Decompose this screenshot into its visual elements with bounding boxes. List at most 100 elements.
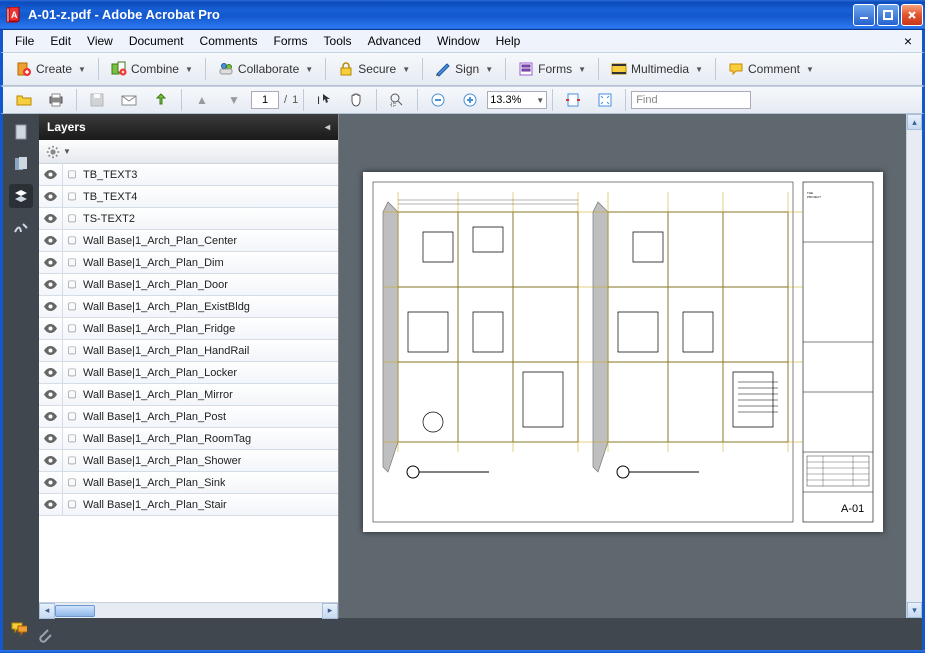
hand-tool-button[interactable] [341,88,371,112]
nav-comments-icon[interactable] [11,621,27,637]
separator [325,58,326,80]
collapse-panel-icon[interactable]: ◂ [325,122,330,133]
eye-icon[interactable] [39,186,63,207]
layer-row[interactable]: ▢Wall Base|1_Arch_Plan_Post [39,406,338,428]
nav-bookmarks-icon[interactable] [9,152,33,176]
forms-button[interactable]: Forms▼ [511,57,593,81]
maximize-button[interactable] [877,4,899,26]
eye-icon[interactable] [39,274,63,295]
separator [625,89,626,111]
scroll-track[interactable] [907,130,922,602]
secure-button[interactable]: Secure▼ [331,57,417,81]
menu-window[interactable]: Window [429,32,488,50]
eye-icon[interactable] [39,472,63,493]
layers-list[interactable]: ▢TB_TEXT3▢TB_TEXT4▢TS-TEXT2▢Wall Base|1_… [39,164,338,602]
menu-view[interactable]: View [79,32,121,50]
layer-row[interactable]: ▢Wall Base|1_Arch_Plan_Door [39,274,338,296]
eye-icon[interactable] [39,384,63,405]
layer-row[interactable]: ▢Wall Base|1_Arch_Plan_ExistBldg [39,296,338,318]
separator [76,89,77,111]
zoom-select[interactable]: 13.3%▼ [487,91,547,109]
print-button[interactable] [41,88,71,112]
menu-advanced[interactable]: Advanced [360,32,429,50]
eye-icon[interactable] [39,230,63,251]
open-button[interactable] [9,88,39,112]
document-viewport[interactable]: THEPROJECT A-01 [339,114,922,618]
layer-swatch-icon: ▢ [63,433,81,444]
close-button[interactable] [901,4,923,26]
layer-swatch-icon: ▢ [63,411,81,422]
layer-row[interactable]: ▢Wall Base|1_Arch_Plan_Fridge [39,318,338,340]
menu-tools[interactable]: Tools [316,32,360,50]
layer-row[interactable]: ▢Wall Base|1_Arch_Plan_Locker [39,362,338,384]
scroll-up-icon[interactable]: ▴ [907,114,922,130]
chevron-down-icon: ▼ [305,65,313,74]
page-number-input[interactable] [251,91,279,109]
scroll-thumb[interactable] [55,605,95,617]
multimedia-button[interactable]: Multimedia▼ [604,57,710,81]
find-input[interactable]: Find [631,91,751,109]
scroll-left-icon[interactable]: ◂ [39,603,55,619]
arrow-down-icon: ▼ [226,92,242,108]
layers-hscrollbar[interactable]: ◂ ▸ [39,602,338,618]
minimize-button[interactable] [853,4,875,26]
scroll-right-icon[interactable]: ▸ [322,603,338,619]
email-button[interactable] [114,88,144,112]
create-icon [16,61,32,77]
eye-icon[interactable] [39,164,63,185]
upload-button[interactable] [146,88,176,112]
layer-row[interactable]: ▢Wall Base|1_Arch_Plan_Shower [39,450,338,472]
layer-row[interactable]: ▢TS-TEXT2 [39,208,338,230]
menu-document[interactable]: Document [121,32,192,50]
eye-icon[interactable] [39,362,63,383]
select-tool-button[interactable]: I [309,88,339,112]
vertical-scrollbar[interactable]: ▴ ▾ [906,114,922,618]
menu-help[interactable]: Help [488,32,529,50]
menu-file[interactable]: File [7,32,42,50]
floppy-icon [89,92,105,108]
layer-row[interactable]: ▢Wall Base|1_Arch_Plan_Center [39,230,338,252]
eye-icon[interactable] [39,450,63,471]
eye-icon[interactable] [39,428,63,449]
zoom-out-button[interactable] [423,88,453,112]
comment-button[interactable]: Comment▼ [721,57,821,81]
eye-icon[interactable] [39,318,63,339]
layer-row[interactable]: ▢Wall Base|1_Arch_Plan_HandRail [39,340,338,362]
eye-icon[interactable] [39,296,63,317]
nav-layers-icon[interactable] [9,184,33,208]
page-up-button[interactable]: ▲ [187,88,217,112]
menu-edit[interactable]: Edit [42,32,79,50]
layer-row[interactable]: ▢TB_TEXT4 [39,186,338,208]
layer-row[interactable]: ▢Wall Base|1_Arch_Plan_Stair [39,494,338,516]
fit-width-button[interactable] [558,88,588,112]
sign-button[interactable]: Sign▼ [428,57,500,81]
nav-signatures-icon[interactable] [9,216,33,240]
layer-row[interactable]: ▢Wall Base|1_Arch_Plan_Dim [39,252,338,274]
menu-comments[interactable]: Comments [192,32,266,50]
eye-icon[interactable] [39,406,63,427]
layer-row[interactable]: ▢Wall Base|1_Arch_Plan_RoomTag [39,428,338,450]
mdi-close-icon[interactable]: × [898,33,918,49]
eye-icon[interactable] [39,340,63,361]
create-button[interactable]: Create▼ [9,57,93,81]
collaborate-button[interactable]: Collaborate▼ [211,57,320,81]
combine-button[interactable]: Combine▼ [104,57,200,81]
menu-forms[interactable]: Forms [266,32,316,50]
scroll-down-icon[interactable]: ▾ [907,602,922,618]
save-button[interactable] [82,88,112,112]
marquee-zoom-button[interactable] [382,88,412,112]
zoom-in-button[interactable] [455,88,485,112]
fit-page-button[interactable] [590,88,620,112]
layer-row[interactable]: ▢Wall Base|1_Arch_Plan_Sink [39,472,338,494]
eye-icon[interactable] [39,208,63,229]
layer-name: TS-TEXT2 [81,213,135,225]
layer-row[interactable]: ▢TB_TEXT3 [39,164,338,186]
page-down-button[interactable]: ▼ [219,88,249,112]
layer-name: Wall Base|1_Arch_Plan_Sink [81,477,225,489]
nav-attachments-icon[interactable] [37,627,53,643]
gear-icon[interactable] [45,144,61,160]
eye-icon[interactable] [39,494,63,515]
eye-icon[interactable] [39,252,63,273]
layer-row[interactable]: ▢Wall Base|1_Arch_Plan_Mirror [39,384,338,406]
nav-pages-icon[interactable] [9,120,33,144]
